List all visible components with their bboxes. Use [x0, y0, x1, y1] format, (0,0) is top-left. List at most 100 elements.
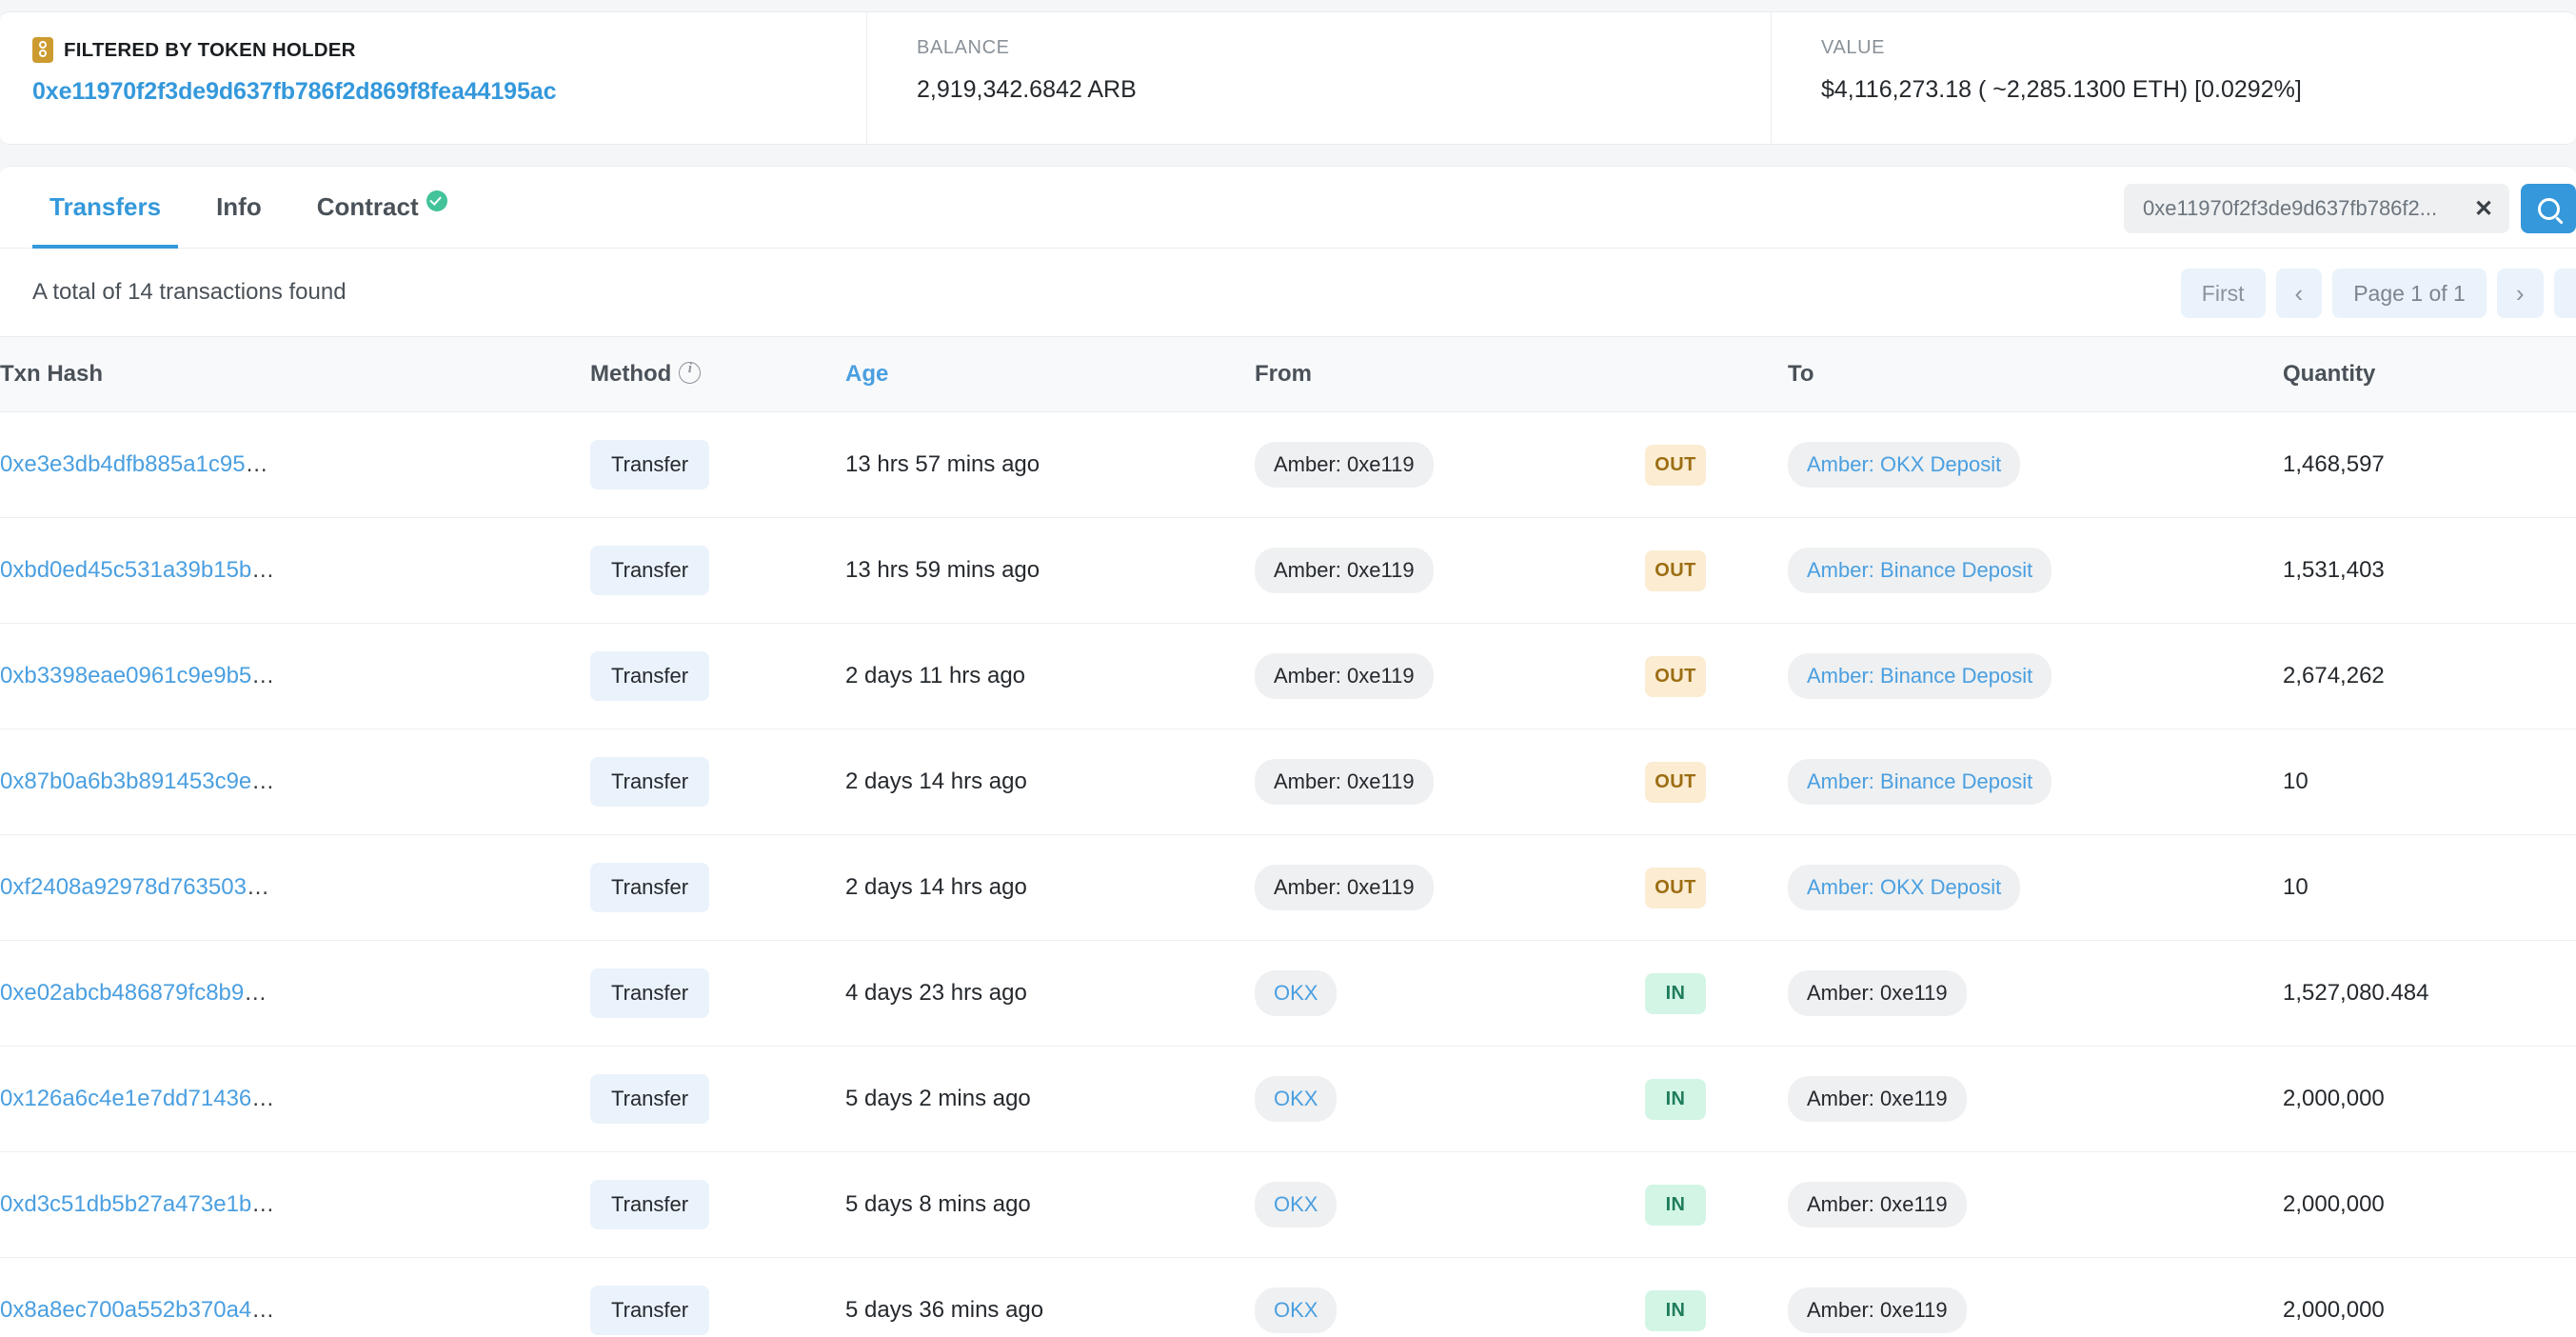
to-address[interactable]: Amber: OKX Deposit — [1788, 442, 2020, 488]
token-holder-address-link[interactable]: 0xe11970f2f3de9d637fb786f2d869f8fea44195… — [32, 78, 866, 106]
table-row: 0xe02abcb486879fc8b9…Transfer4 days 23 h… — [0, 941, 2576, 1047]
search-input[interactable] — [2141, 195, 2458, 222]
cell-age: 5 days 8 mins ago — [845, 1152, 1255, 1258]
tab-transfers-label: Transfers — [50, 192, 161, 222]
quantity-text: 10 — [2283, 768, 2308, 794]
value-label: VALUE — [1821, 37, 2576, 59]
direction-badge: OUT — [1645, 762, 1706, 803]
cell-from: OKX — [1255, 1152, 1645, 1258]
table-row: 0xbd0ed45c531a39b15b…Transfer13 hrs 59 m… — [0, 518, 2576, 624]
from-address[interactable]: OKX — [1255, 1287, 1337, 1333]
cell-txn-hash: 0xf2408a92978d763503… — [0, 835, 590, 941]
txn-hash-link[interactable]: 0x8a8ec700a552b370a4 — [0, 1297, 251, 1323]
column-label-from: From — [1255, 361, 1312, 387]
from-address[interactable]: Amber: 0xe119 — [1255, 759, 1434, 805]
method-badge[interactable]: Transfer — [590, 1286, 709, 1335]
direction-badge: IN — [1645, 1079, 1706, 1120]
age-text: 5 days 8 mins ago — [845, 1191, 1031, 1217]
cell-quantity: 2,000,000 — [2283, 1258, 2576, 1337]
quantity-text: 1,527,080.484 — [2283, 980, 2428, 1006]
method-badge[interactable]: Transfer — [590, 651, 709, 701]
close-icon[interactable]: ✕ — [2458, 184, 2509, 233]
pagination-last-button[interactable]: Last — [2554, 269, 2576, 318]
txn-hash-link[interactable]: 0xb3398eae0961c9e9b5 — [0, 663, 251, 688]
cell-from: OKX — [1255, 941, 1645, 1047]
direction-badge: IN — [1645, 1185, 1706, 1226]
txn-hash-link[interactable]: 0xd3c51db5b27a473e1b — [0, 1191, 251, 1217]
tab-info[interactable]: Info — [199, 167, 279, 248]
txn-hash-link[interactable]: 0xe02abcb486879fc8b9 — [0, 980, 244, 1006]
to-address[interactable]: Amber: Binance Deposit — [1788, 548, 2051, 593]
cell-from: Amber: 0xe119 — [1255, 518, 1645, 624]
cell-from: Amber: 0xe119 — [1255, 835, 1645, 941]
txn-hash-ellipsis: … — [244, 980, 267, 1006]
from-address[interactable]: Amber: 0xe119 — [1255, 653, 1434, 699]
txn-hash-link[interactable]: 0xbd0ed45c531a39b15b — [0, 557, 251, 583]
method-badge[interactable]: Transfer — [590, 863, 709, 912]
table-header: Txn Hash Method Age From To — [0, 337, 2576, 412]
txn-hash-link[interactable]: 0x87b0a6b3b891453c9e — [0, 768, 251, 794]
cell-to: Amber: 0xe119 — [1788, 1152, 2283, 1258]
txn-hash-ellipsis: … — [251, 663, 274, 688]
to-address[interactable]: Amber: 0xe119 — [1788, 970, 1967, 1016]
txn-hash-link[interactable]: 0xe3e3db4dfb885a1c95 — [0, 451, 246, 477]
method-badge[interactable]: Transfer — [590, 1074, 709, 1124]
column-label-to: To — [1788, 361, 1814, 387]
transfers-card: Transfers Info Contract ✕ A total o — [0, 166, 2576, 1337]
balance-label: BALANCE — [917, 37, 1771, 59]
cell-txn-hash: 0x87b0a6b3b891453c9e… — [0, 729, 590, 835]
to-address[interactable]: Amber: Binance Deposit — [1788, 759, 2051, 805]
chevron-right-icon[interactable]: › — [2497, 269, 2544, 318]
column-header-age[interactable]: Age — [845, 337, 1255, 412]
to-address[interactable]: Amber: OKX Deposit — [1788, 865, 2020, 910]
method-badge[interactable]: Transfer — [590, 546, 709, 595]
age-text: 5 days 2 mins ago — [845, 1086, 1031, 1111]
search-submit-button[interactable] — [2521, 184, 2576, 233]
cell-direction: OUT — [1645, 518, 1788, 624]
cell-method: Transfer — [590, 729, 845, 835]
cell-method: Transfer — [590, 518, 845, 624]
cell-age: 2 days 14 hrs ago — [845, 729, 1255, 835]
to-address[interactable]: Amber: 0xe119 — [1788, 1182, 1967, 1227]
method-badge[interactable]: Transfer — [590, 968, 709, 1018]
from-address[interactable]: OKX — [1255, 1076, 1337, 1122]
cell-txn-hash: 0xd3c51db5b27a473e1b… — [0, 1152, 590, 1258]
filtered-by-holder-section: FILTERED BY TOKEN HOLDER 0xe11970f2f3de9… — [0, 12, 866, 144]
tab-contract[interactable]: Contract — [300, 167, 465, 248]
cell-direction: OUT — [1645, 624, 1788, 729]
table-body: 0xe3e3db4dfb885a1c95 … Transfer 13 hrs 57 m… — [0, 412, 2576, 1337]
to-address[interactable]: Amber: Binance Deposit — [1788, 653, 2051, 699]
info-icon[interactable] — [679, 362, 701, 384]
from-address[interactable]: Amber: 0xe119 — [1255, 548, 1434, 593]
method-badge[interactable]: Transfer — [590, 757, 709, 807]
tab-info-label: Info — [216, 192, 262, 222]
cell-age: 5 days 36 mins ago — [845, 1258, 1255, 1337]
chevron-left-icon[interactable]: ‹ — [2276, 269, 2323, 318]
pagination-first-button[interactable]: First — [2181, 269, 2266, 318]
method-badge[interactable]: Transfer — [590, 1180, 709, 1229]
column-label-method: Method — [590, 361, 671, 387]
txn-hash-link[interactable]: 0x126a6c4e1e7dd71436 — [0, 1086, 251, 1111]
quantity-text: 1,468,597 — [2283, 451, 2385, 477]
cell-to: Amber: 0xe119 — [1788, 1258, 2283, 1337]
search-icon — [2538, 198, 2560, 220]
page-root: FILTERED BY TOKEN HOLDER 0xe11970f2f3de9… — [0, 0, 2576, 1337]
to-address[interactable]: Amber: 0xe119 — [1788, 1287, 1967, 1333]
method-badge[interactable]: Transfer — [590, 440, 709, 489]
to-address[interactable]: Amber: 0xe119 — [1788, 1076, 1967, 1122]
tab-transfers[interactable]: Transfers — [32, 167, 178, 248]
from-address[interactable]: Amber: 0xe119 — [1255, 865, 1434, 910]
age-text: 13 hrs 57 mins ago — [845, 451, 1040, 477]
from-address[interactable]: Amber: 0xe119 — [1255, 442, 1434, 488]
from-address[interactable]: OKX — [1255, 1182, 1337, 1227]
cell-txn-hash: 0x8a8ec700a552b370a4… — [0, 1258, 590, 1337]
tab-contract-label: Contract — [317, 192, 419, 222]
cell-quantity: 10 — [2283, 729, 2576, 835]
from-address[interactable]: OKX — [1255, 970, 1337, 1016]
txn-hash-link[interactable]: 0xf2408a92978d763503 — [0, 874, 247, 900]
column-label-age[interactable]: Age — [845, 361, 888, 387]
table-row: 0x87b0a6b3b891453c9e…Transfer 2 days 14 h… — [0, 729, 2576, 835]
column-header-to: To — [1788, 337, 2283, 412]
cell-age: 13 hrs 59 mins ago — [845, 518, 1255, 624]
transactions-total-text: A total of 14 transactions found — [32, 279, 347, 306]
